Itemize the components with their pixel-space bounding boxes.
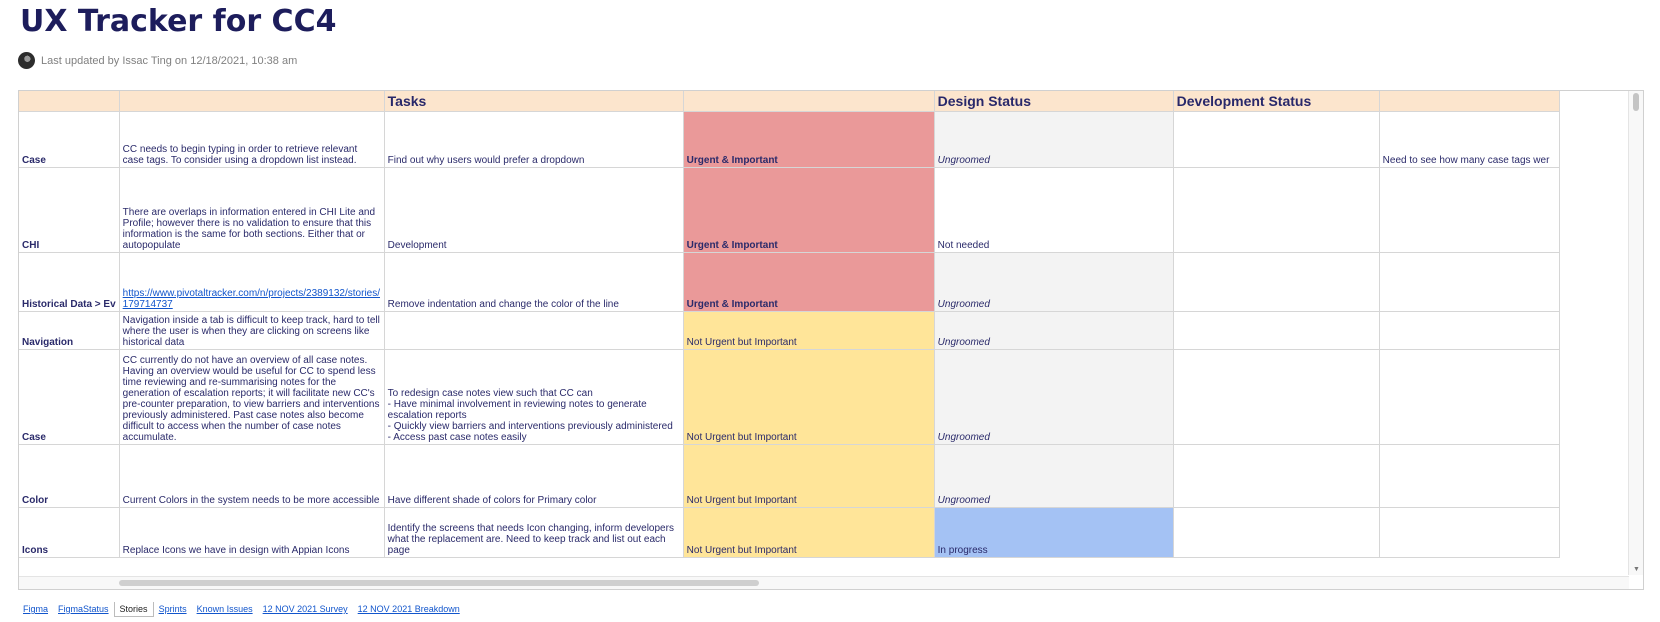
notes-cell[interactable]: [1379, 252, 1560, 312]
tab-12-nov-2021-breakdown[interactable]: 12 NOV 2021 Breakdown: [353, 602, 465, 616]
issue-cell[interactable]: Current Colors in the system needs to be…: [119, 444, 385, 508]
header-cell[interactable]: [1379, 91, 1560, 112]
tab-figma[interactable]: Figma: [18, 602, 53, 616]
priority-cell[interactable]: Urgent & Important: [683, 252, 935, 312]
priority-cell[interactable]: Not Urgent but Important: [683, 444, 935, 508]
issue-cell[interactable]: Replace Icons we have in design with App…: [119, 507, 385, 558]
category-cell[interactable]: Case: [19, 349, 120, 445]
priority-cell[interactable]: Not Urgent but Important: [683, 349, 935, 445]
table-row: Historical Data > Ev https://www.pivotal…: [19, 252, 1560, 312]
issue-cell[interactable]: https://www.pivotaltracker.com/n/project…: [119, 252, 385, 312]
notes-cell[interactable]: [1379, 444, 1560, 508]
last-updated-text: Last updated by Issac Ting on 12/18/2021…: [41, 54, 298, 67]
design-status-cell[interactable]: Ungroomed: [934, 111, 1174, 168]
notes-cell[interactable]: [1379, 167, 1560, 253]
vertical-scroll-thumb[interactable]: [1633, 93, 1639, 111]
design-status-cell[interactable]: In progress: [934, 507, 1174, 558]
notes-cell[interactable]: [1379, 349, 1560, 445]
header-design-status[interactable]: Design Status: [934, 91, 1174, 112]
design-status-cell[interactable]: Ungroomed: [934, 311, 1174, 350]
task-cell[interactable]: [384, 311, 684, 350]
category-cell[interactable]: Case: [19, 111, 120, 168]
horizontal-scrollbar[interactable]: [19, 576, 1629, 589]
tab-sprints[interactable]: Sprints: [154, 602, 192, 616]
sheet-tabs: Figma FigmaStatus Stories Sprints Known …: [18, 600, 465, 618]
header-row: Tasks Design Status Development Status: [19, 91, 1560, 112]
issue-cell[interactable]: There are overlaps in information entere…: [119, 167, 385, 253]
category-cell[interactable]: CHI: [19, 167, 120, 253]
dev-status-cell[interactable]: [1173, 507, 1380, 558]
design-status-cell[interactable]: Ungroomed: [934, 252, 1174, 312]
issue-cell[interactable]: Navigation inside a tab is difficult to …: [119, 311, 385, 350]
notes-cell[interactable]: [1379, 311, 1560, 350]
header-development-status[interactable]: Development Status: [1173, 91, 1380, 112]
design-status-cell[interactable]: Ungroomed: [934, 349, 1174, 445]
tab-12-nov-2021-survey[interactable]: 12 NOV 2021 Survey: [258, 602, 353, 616]
issue-cell[interactable]: CC currently do not have an overview of …: [119, 349, 385, 445]
dev-status-cell[interactable]: [1173, 167, 1380, 253]
header-tasks[interactable]: Tasks: [384, 91, 684, 112]
table-row: Case CC currently do not have an overvie…: [19, 349, 1560, 445]
dev-status-cell[interactable]: [1173, 444, 1380, 508]
task-cell[interactable]: To redesign case notes view such that CC…: [384, 349, 684, 445]
tab-known-issues[interactable]: Known Issues: [192, 602, 258, 616]
task-cell[interactable]: Find out why users would prefer a dropdo…: [384, 111, 684, 168]
category-cell[interactable]: Color: [19, 444, 120, 508]
table-row: Icons Replace Icons we have in design wi…: [19, 507, 1560, 558]
header-cell[interactable]: [119, 91, 385, 112]
priority-cell[interactable]: Not Urgent but Important: [683, 507, 935, 558]
issue-cell[interactable]: CC needs to begin typing in order to ret…: [119, 111, 385, 168]
header-cell[interactable]: [19, 91, 120, 112]
table-row: Case CC needs to begin typing in order t…: [19, 111, 1560, 168]
notes-cell[interactable]: Need to see how many case tags wer: [1379, 111, 1560, 168]
dev-status-cell[interactable]: [1173, 349, 1380, 445]
category-cell[interactable]: Icons: [19, 507, 120, 558]
priority-cell[interactable]: Urgent & Important: [683, 167, 935, 253]
page-title: UX Tracker for CC4: [20, 4, 337, 39]
stories-table: Tasks Design Status Development Status C…: [19, 91, 1560, 558]
spreadsheet[interactable]: Tasks Design Status Development Status C…: [18, 90, 1644, 590]
notes-cell[interactable]: [1379, 507, 1560, 558]
last-updated: Last updated by Issac Ting on 12/18/2021…: [18, 52, 297, 69]
dev-status-cell[interactable]: [1173, 252, 1380, 312]
design-status-cell[interactable]: Ungroomed: [934, 444, 1174, 508]
design-status-cell[interactable]: Not needed: [934, 167, 1174, 253]
pivotal-tracker-link[interactable]: https://www.pivotaltracker.com/n/project…: [123, 288, 380, 310]
priority-cell[interactable]: Not Urgent but Important: [683, 311, 935, 350]
dev-status-cell[interactable]: [1173, 111, 1380, 168]
scroll-down-arrow-icon[interactable]: ▼: [1633, 566, 1640, 573]
avatar[interactable]: [18, 52, 35, 69]
header-cell[interactable]: [683, 91, 935, 112]
table-row: Color Current Colors in the system needs…: [19, 444, 1560, 508]
priority-cell[interactable]: Urgent & Important: [683, 111, 935, 168]
task-cell[interactable]: Development: [384, 167, 684, 253]
dev-status-cell[interactable]: [1173, 311, 1380, 350]
horizontal-scroll-thumb[interactable]: [119, 580, 759, 586]
tab-figma-status[interactable]: FigmaStatus: [53, 602, 114, 616]
category-cell[interactable]: Historical Data > Ev: [19, 252, 120, 312]
task-cell[interactable]: Remove indentation and change the color …: [384, 252, 684, 312]
vertical-scrollbar[interactable]: ▼: [1628, 91, 1643, 575]
task-cell[interactable]: Have different shade of colors for Prima…: [384, 444, 684, 508]
tab-stories[interactable]: Stories: [113, 601, 154, 617]
task-cell[interactable]: Identify the screens that needs Icon cha…: [384, 507, 684, 558]
table-row: CHI There are overlaps in information en…: [19, 167, 1560, 253]
table-row: Navigation Navigation inside a tab is di…: [19, 311, 1560, 350]
category-cell[interactable]: Navigation: [19, 311, 120, 350]
